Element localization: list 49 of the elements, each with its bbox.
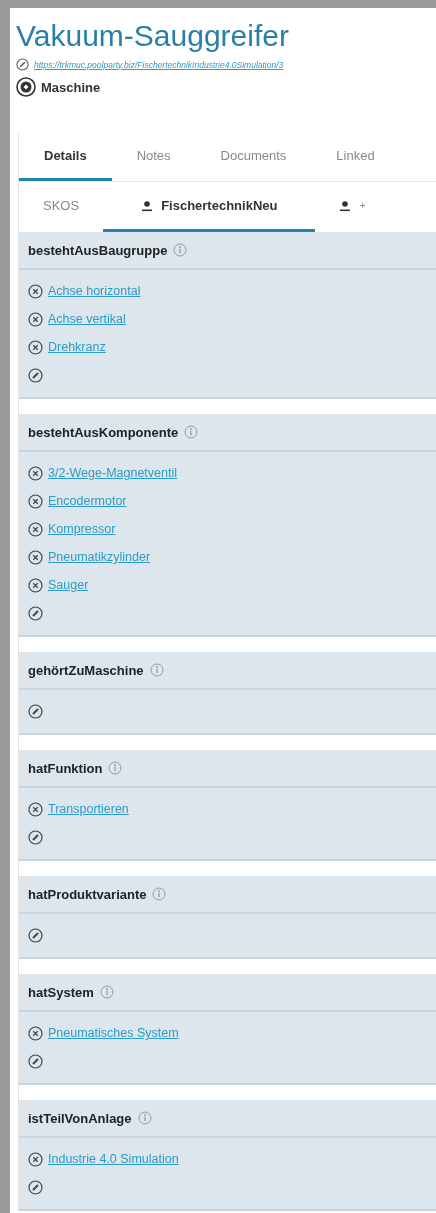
property-name: bestehtAusKomponente [28,424,179,440]
remove-icon[interactable] [28,1151,43,1167]
tab[interactable]: Notes [111,133,196,181]
related-concept-link[interactable]: Pneumatisches System [48,1026,179,1040]
edit-icon[interactable] [28,927,43,943]
remove-icon[interactable] [28,577,43,593]
scheme-tab[interactable]: SKOS [19,182,104,232]
uri-link[interactable]: https://trkmuc.poolparty.biz/FischertechnikIndustrie4.0Simulation/3 [34,59,284,70]
concept-type-icon [16,77,36,97]
property-name: hatProduktvariante [28,886,147,902]
person-icon [339,199,352,212]
related-concept-link[interactable]: Pneumatikzylinder [48,550,151,564]
related-concept-link[interactable]: Industrie 4.0 Simulation [48,1152,179,1166]
tab[interactable]: Linked [311,133,400,181]
edit-icon[interactable] [28,1179,43,1195]
edit-icon[interactable] [16,58,29,71]
related-concept-link[interactable]: Achse vertikal [48,312,126,326]
property-name: hatSystem [28,984,94,1000]
page-title: Vakuum-Sauggreifer [16,18,290,54]
property-name: gehörtZuMaschine [28,662,144,678]
related-concept-link[interactable]: Encodermotor [48,494,127,508]
tab[interactable]: Details [19,133,112,181]
related-concept-link[interactable]: Sauger [48,578,89,592]
property-name: istTeilVonAnlage [28,1110,132,1126]
scheme-tab[interactable]: + [315,182,390,232]
concept-type-label: Maschine [41,79,101,95]
remove-icon[interactable] [28,549,43,565]
related-concept-link[interactable]: Achse horizontal [48,284,141,298]
related-concept-link[interactable]: Transportieren [48,802,129,816]
remove-icon[interactable] [28,1025,43,1041]
remove-icon[interactable] [28,465,43,481]
edit-icon[interactable] [28,1053,43,1069]
related-concept-link[interactable]: 3/2-Wege-Magnetventil [48,466,177,480]
remove-icon[interactable] [28,521,43,537]
related-concept-link[interactable]: Kompressor [48,522,116,536]
edit-icon[interactable] [28,605,43,621]
remove-icon[interactable] [28,311,43,327]
remove-icon[interactable] [28,801,43,817]
property-name: bestehtAusBaugruppe [28,242,168,258]
edit-icon[interactable] [28,829,43,845]
related-concept-link[interactable]: Drehkranz [48,340,106,354]
edit-icon[interactable] [28,367,43,383]
edit-icon[interactable] [28,703,43,719]
remove-icon[interactable] [28,493,43,509]
remove-icon[interactable] [28,283,43,299]
remove-icon[interactable] [28,339,43,355]
tab[interactable]: Documents [195,133,312,181]
property-name: hatFunktion [28,760,103,776]
person-icon [141,199,154,212]
